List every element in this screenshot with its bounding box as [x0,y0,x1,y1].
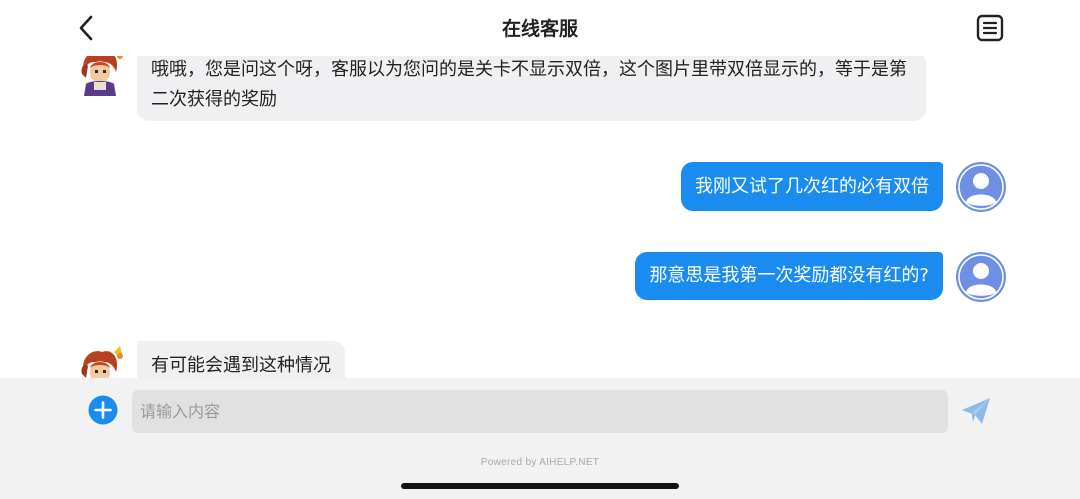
page-title: 在线客服 [501,18,578,40]
top-bar: 在线客服 [0,0,1080,56]
plus-circle-icon[interactable] [88,395,118,425]
agent-avatar [81,346,123,378]
agent-message-bubble: 有可能会遇到这种情况 [137,341,345,378]
user-message-bubble: 我刚又试了几次红的必有双倍 [681,162,943,211]
agent-message-bubble: 哦哦，您是问这个呀，客服以为您问的是关卡不显示双倍，这个图片里带双倍显示的，等于… [137,52,926,121]
message-list[interactable]: 哦哦，您是问这个呀，客服以为您问的是关卡不显示双倍，这个图片里带双倍显示的，等于… [0,0,1080,378]
user-message-bubble: 那意思是我第一次奖励都没有红的? [635,252,943,300]
list-document-icon[interactable] [976,14,1004,42]
chat-screen: 哦哦，您是问这个呀，客服以为您问的是关卡不显示双倍，这个图片里带双倍显示的，等于… [0,0,1080,499]
powered-by-text: Powered by AIHELP.NET [480,457,600,468]
home-indicator[interactable] [401,483,679,489]
composer-bar: Powered by AIHELP.NET [0,378,1080,499]
paper-plane-icon[interactable] [960,396,992,426]
message-input[interactable] [132,390,948,433]
user-avatar-icon [956,162,1006,212]
user-avatar-icon [956,252,1006,302]
